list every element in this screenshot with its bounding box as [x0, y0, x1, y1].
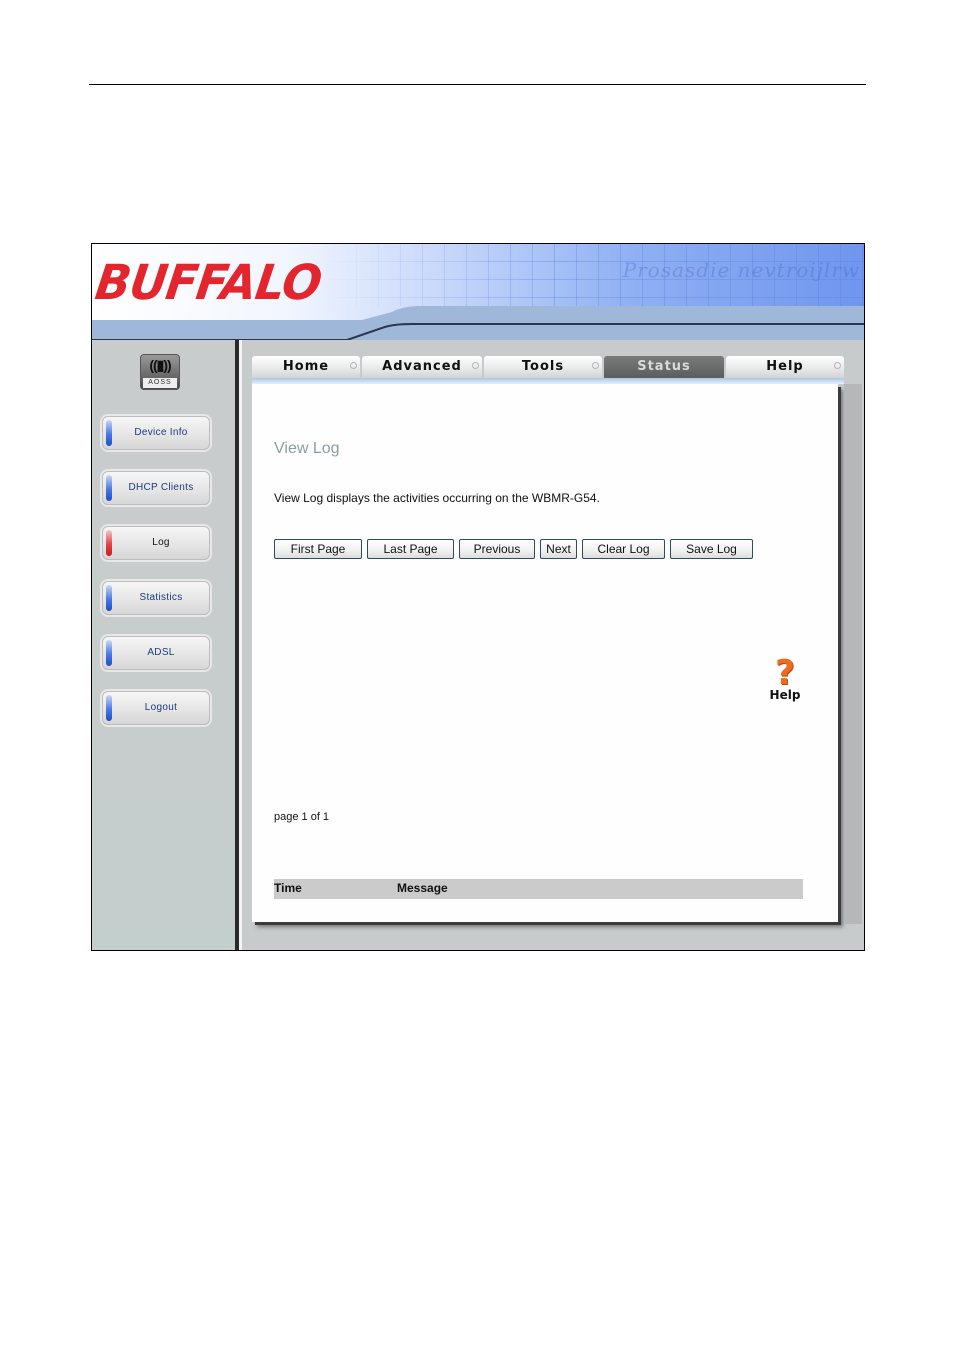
previous-button[interactable]: Previous	[459, 539, 535, 559]
clear-log-button[interactable]: Clear Log	[582, 539, 665, 559]
help-link[interactable]: ? Help	[768, 656, 802, 702]
sidebar-item-log[interactable]: Log	[102, 526, 210, 560]
tab-help[interactable]: Help	[726, 356, 844, 378]
status-led-icon	[106, 585, 112, 611]
tab-label: Advanced	[382, 359, 462, 374]
help-label: Help	[769, 688, 801, 702]
sidebar-item-label: ADSL	[147, 647, 175, 658]
sidebar-item-logout[interactable]: Logout	[102, 691, 210, 725]
tab-label: Tools	[521, 359, 565, 374]
router-admin-window: Prosasdie nevtroijlrw BUFFALO ((▮)) AOSS…	[91, 243, 865, 951]
aoss-antenna-icon: ((▮))	[149, 357, 171, 373]
banner-wave	[92, 306, 864, 320]
tab-tools[interactable]: Tools	[484, 356, 602, 378]
status-led-icon	[106, 420, 112, 446]
status-led-icon	[106, 475, 112, 501]
buffalo-logo: BUFFALO	[92, 254, 325, 311]
tab-dot-icon	[350, 362, 357, 369]
aoss-label: AOSS	[143, 378, 177, 388]
content-panel: View Log View Log displays the activitie…	[252, 384, 862, 924]
log-table-header: Time Message	[274, 879, 803, 899]
tab-bar: Home Advanced Tools Status Help	[252, 356, 844, 378]
tab-dot-icon	[834, 362, 841, 369]
banner-script-text: Prosasdie nevtroijlrw	[622, 258, 860, 282]
sidebar-item-device-info[interactable]: Device Info	[102, 416, 210, 450]
banner-divider-line	[92, 323, 864, 340]
page-title: View Log	[274, 440, 340, 457]
aoss-button[interactable]: ((▮)) AOSS	[140, 354, 180, 390]
sidebar: ((▮)) AOSS Device Info DHCP Clients Log …	[92, 340, 235, 950]
page-top-rule	[89, 84, 866, 85]
tab-dot-icon	[472, 362, 479, 369]
tab-status[interactable]: Status	[604, 356, 724, 378]
sidebar-item-label: Device Info	[134, 427, 188, 438]
sidebar-item-adsl[interactable]: ADSL	[102, 636, 210, 670]
sidebar-item-label: Log	[152, 537, 170, 548]
column-header-time: Time	[274, 881, 302, 895]
status-led-icon	[106, 530, 112, 556]
tab-label: Help	[766, 359, 804, 374]
header-banner: Prosasdie nevtroijlrw BUFFALO	[92, 244, 864, 340]
panel-scrollbar[interactable]	[844, 384, 862, 924]
save-log-button[interactable]: Save Log	[670, 539, 753, 559]
sidebar-item-dhcp-clients[interactable]: DHCP Clients	[102, 471, 210, 505]
tab-advanced[interactable]: Advanced	[362, 356, 482, 378]
main-area: Home Advanced Tools Status Help View Log…	[242, 340, 864, 950]
tab-home[interactable]: Home	[252, 356, 360, 378]
sidebar-item-label: Statistics	[139, 592, 183, 603]
first-page-button[interactable]: First Page	[274, 539, 362, 559]
tab-label: Status	[637, 359, 691, 374]
sidebar-item-label: DHCP Clients	[128, 482, 194, 493]
tab-dot-icon	[592, 362, 599, 369]
status-led-icon	[106, 695, 112, 721]
last-page-button[interactable]: Last Page	[367, 539, 454, 559]
status-led-icon	[106, 640, 112, 666]
column-header-message: Message	[397, 881, 448, 895]
page-indicator: page 1 of 1	[274, 811, 330, 823]
next-button[interactable]: Next	[540, 539, 577, 559]
sidebar-item-label: Logout	[144, 702, 178, 713]
page-description: View Log displays the activities occurri…	[274, 491, 600, 505]
sidebar-item-statistics[interactable]: Statistics	[102, 581, 210, 615]
tab-label: Home	[282, 359, 330, 374]
question-mark-icon: ?	[775, 653, 795, 693]
